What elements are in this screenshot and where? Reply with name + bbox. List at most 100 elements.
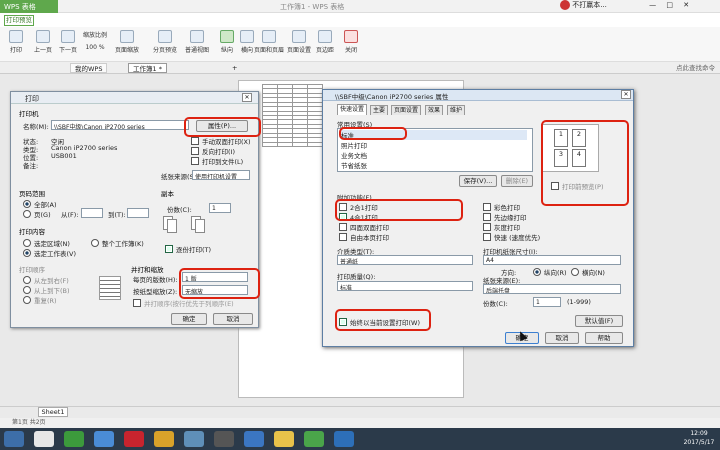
page-margin-button[interactable]: 页面和页眉 <box>254 30 284 58</box>
defaults-button[interactable]: 默认值(F) <box>575 315 623 327</box>
grid-line <box>292 84 293 146</box>
copies-input[interactable]: 1 <box>533 297 561 307</box>
page-layout-button[interactable]: 分页预览 <box>150 30 180 58</box>
close-icon[interactable]: ✕ <box>621 90 631 99</box>
save-button[interactable]: 保存(V)... <box>459 175 497 187</box>
highlight-box <box>541 120 629 206</box>
from-input[interactable] <box>81 208 103 218</box>
color-print-checkbox[interactable]: 彩色打印 <box>483 202 520 212</box>
print-dialog: 打印 ✕ 打印机 名称(M): \\SBF中级\Canon iP2700 ser… <box>10 91 261 328</box>
edge-first-checkbox[interactable]: 先边缘打印 <box>483 212 527 222</box>
whole-workbook-radio[interactable]: 整个工作簿(K) <box>91 238 144 248</box>
highlight-box <box>335 309 431 331</box>
sheet-bar <box>0 406 720 418</box>
up-arrow-icon <box>36 30 50 43</box>
fast-print-checkbox[interactable]: 快速 (速度优先) <box>483 232 540 242</box>
app-icon[interactable] <box>94 431 114 447</box>
page-setup-button[interactable]: 页面设置 <box>284 30 314 58</box>
list-item[interactable]: 节省纸张 <box>341 160 367 170</box>
app-icon[interactable] <box>154 431 174 447</box>
collate-checkbox[interactable]: 逐份打印(T) <box>165 244 211 254</box>
landscape-radio[interactable]: 横向(N) <box>571 267 605 277</box>
pages-radio[interactable]: 页(G) <box>23 209 51 219</box>
tab-quick-setup[interactable]: 快速设置 <box>337 104 368 115</box>
prev-page-button[interactable]: 上一页 <box>30 30 56 58</box>
order-group-label: 打印顺序 <box>19 266 45 274</box>
collate-order-checkbox[interactable]: 并打顺序(按行优先于列顺序(E) <box>133 298 234 308</box>
app-icon[interactable] <box>334 431 354 447</box>
order-top-bottom-radio[interactable]: 从上到下(B) <box>23 285 70 295</box>
help-button[interactable]: 帮助 <box>585 332 623 344</box>
tab-page-setup[interactable]: 页面设置 <box>391 105 422 115</box>
media-type-select[interactable]: 普通纸 <box>337 255 473 265</box>
browser-icon[interactable] <box>34 431 54 447</box>
delete-button[interactable]: 删除(E) <box>501 175 533 187</box>
folder-icon[interactable] <box>274 431 294 447</box>
paper-size-select[interactable]: A4 <box>483 255 621 265</box>
copies-label: 份数(C): <box>167 206 192 214</box>
sheet-tab[interactable]: Sheet1 <box>38 407 68 417</box>
new-tab-button[interactable]: + <box>228 63 241 73</box>
list-item[interactable]: 业务文档 <box>341 150 367 160</box>
portrait-radio[interactable]: 纵向(R) <box>533 267 567 277</box>
cancel-button[interactable]: 取消 <box>213 313 253 325</box>
taskbar <box>0 428 720 450</box>
print-button[interactable]: 打印 <box>3 30 29 58</box>
close-icon[interactable]: ✕ <box>242 93 252 102</box>
page-break-button[interactable]: 页边距 <box>312 30 338 58</box>
grayscale-checkbox[interactable]: 灰度打印 <box>483 222 520 232</box>
app-icon[interactable] <box>244 431 264 447</box>
app-icon[interactable] <box>304 431 324 447</box>
app-menu-button[interactable]: WPS 表格 <box>0 0 58 13</box>
tab-workbook[interactable]: 工作簿1 * <box>128 63 167 73</box>
app-icon[interactable] <box>184 431 204 447</box>
page-zoom-button[interactable]: 页面缩放 <box>112 30 142 58</box>
command-search[interactable]: 点此查找命令 <box>672 63 718 73</box>
quality-select[interactable]: 标准 <box>337 281 473 291</box>
reverse-checkbox[interactable]: 反向打印(I) <box>191 146 235 156</box>
tab-main[interactable]: 主要 <box>370 105 389 115</box>
tab-maintenance[interactable]: 维护 <box>447 105 466 115</box>
normal-view-button[interactable]: 普通视图 <box>182 30 212 58</box>
cancel-button[interactable]: 取消 <box>545 332 579 344</box>
minimize-icon[interactable]: — <box>649 1 656 9</box>
zoom-label: 缩放比例 <box>82 32 107 39</box>
selected-sheet-radio[interactable]: 选定工作表(V) <box>23 248 76 258</box>
start-icon[interactable] <box>4 431 24 447</box>
manual-duplex-checkbox[interactable]: 手动双面打印(X) <box>191 136 251 146</box>
duplex-checkbox[interactable]: 四面双面打印 <box>339 222 389 232</box>
app-icon[interactable] <box>214 431 234 447</box>
all-pages-radio[interactable]: 全部(A) <box>23 199 57 209</box>
properties-dialog-title: \\SBF中级\Canon iP2700 series 属性 <box>323 90 633 101</box>
to-input[interactable] <box>127 208 149 218</box>
ok-button[interactable]: 确定 <box>171 313 207 325</box>
maximize-icon[interactable]: □ <box>666 1 673 9</box>
paper-source-select[interactable]: 使用打印机设置 <box>192 170 250 180</box>
header-footer-icon <box>262 30 276 43</box>
print-to-file-checkbox[interactable]: 打印到文件(L) <box>191 156 243 166</box>
borderless-checkbox[interactable]: 自由本页打印 <box>339 232 389 242</box>
user-name[interactable]: 不打赢本... <box>572 1 607 9</box>
tab-print-preview[interactable]: 打印预览 <box>4 15 34 26</box>
tab-my-wps[interactable]: 我的WPS <box>70 63 108 73</box>
quality-label: 打印质量(Q): <box>337 273 376 281</box>
order-left-right-radio[interactable]: 从左到右(F) <box>23 275 69 285</box>
next-page-button[interactable]: 下一页 <box>55 30 81 58</box>
app-icon[interactable] <box>124 431 144 447</box>
to-label: 到(T): <box>108 211 126 219</box>
copies-input[interactable]: 1 <box>209 203 231 213</box>
order-repeat-radio[interactable]: 重复(R) <box>23 295 57 305</box>
printer-select[interactable]: \\SBF中级\Canon iP2700 series <box>51 120 189 130</box>
close-icon[interactable]: ✕ <box>683 1 689 9</box>
tab-effects[interactable]: 效果 <box>425 105 444 115</box>
grid-line <box>307 84 308 146</box>
selection-radio[interactable]: 选定区域(N) <box>23 238 70 248</box>
avatar[interactable] <box>560 0 570 10</box>
grid-line <box>277 84 278 146</box>
source-select[interactable]: 后端托盘 <box>483 284 621 294</box>
close-preview-button[interactable]: 关闭 <box>338 30 364 58</box>
clock[interactable]: 12:09 2017/5/17 <box>680 429 718 449</box>
zoom-button[interactable]: 缩放比例 100 % <box>80 30 110 58</box>
list-item[interactable]: 照片打印 <box>341 140 367 150</box>
wps-icon[interactable] <box>64 431 84 447</box>
